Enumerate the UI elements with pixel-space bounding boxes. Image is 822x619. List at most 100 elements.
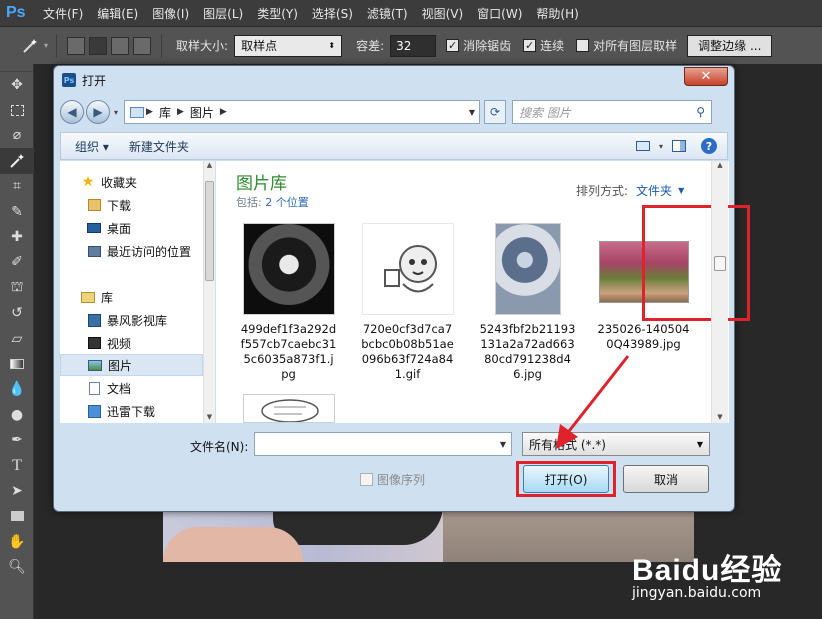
palette-grip[interactable] — [0, 64, 33, 72]
nav-documents-label: 文档 — [107, 381, 132, 396]
file-item[interactable]: 499def1f3a292df557cb7caebc315c6035a873f1… — [231, 223, 346, 382]
chevron-right-icon[interactable]: ▶ — [220, 107, 227, 117]
includes-locations-link[interactable]: 2 个位置 — [265, 196, 309, 209]
view-dropdown-icon[interactable]: ▾ — [659, 142, 663, 151]
pen-icon[interactable]: ✒ — [0, 427, 34, 452]
sample-all-layers-checkbox[interactable]: 对所有图层取样 — [576, 37, 677, 54]
menu-select[interactable]: 选择(S) — [305, 5, 360, 22]
open-button[interactable]: 打开(O) — [523, 465, 609, 493]
hand-icon[interactable]: ✋ — [0, 529, 34, 554]
refresh-button[interactable]: ⟳ — [484, 100, 507, 124]
pictures-icon — [87, 358, 103, 372]
file-list-scroll-thumb[interactable] — [714, 256, 726, 271]
nav-baofeng-library[interactable]: 暴风影视库 — [60, 309, 203, 331]
view-options-icon[interactable] — [633, 137, 653, 155]
subtract-from-selection-icon[interactable] — [111, 36, 130, 55]
address-dropdown-icon[interactable]: ▼ — [469, 108, 475, 117]
contiguous-checkbox[interactable]: ✓ 连续 — [523, 37, 564, 54]
highlight-box-selected-file — [642, 205, 750, 321]
file-item[interactable] — [231, 394, 346, 423]
shape-icon[interactable] — [0, 504, 34, 529]
arrange-by-dropdown[interactable]: 文件夹 — [636, 182, 672, 199]
file-item[interactable]: 5243fbf2b21193131a2a72ad66380cd791238d46… — [470, 223, 585, 382]
close-button[interactable]: ✕ — [684, 67, 728, 86]
nav-favorites[interactable]: ★ 收藏夹 — [60, 171, 203, 193]
gradient-icon[interactable] — [0, 351, 34, 376]
zoom-icon[interactable]: 🔍︎ — [0, 554, 34, 579]
recent-locations-icon[interactable]: ▾ — [114, 108, 118, 117]
preview-pane-icon[interactable] — [669, 137, 689, 155]
scroll-down-icon[interactable]: ▼ — [204, 413, 215, 421]
nav-recent-places[interactable]: 最近访问的位置 — [60, 240, 203, 262]
filename-input[interactable] — [254, 432, 512, 456]
nav-documents[interactable]: 文档 — [60, 377, 203, 399]
chevron-down-icon: ▼ — [696, 439, 703, 449]
back-button[interactable]: ◀ — [60, 100, 84, 124]
menu-layer[interactable]: 图层(L) — [196, 5, 250, 22]
chevron-down-icon[interactable]: ▼ — [678, 186, 684, 195]
magic-wand-icon[interactable] — [0, 148, 34, 174]
filename-dropdown-icon[interactable]: ▼ — [494, 432, 512, 456]
dialog-titlebar[interactable]: Ps 打开 ✕ — [54, 66, 734, 94]
menu-edit[interactable]: 编辑(E) — [90, 5, 145, 22]
file-list-scrollbar[interactable]: ▲ ▼ — [711, 161, 728, 423]
forward-button[interactable]: ▶ — [86, 100, 110, 124]
cancel-button[interactable]: 取消 — [623, 465, 709, 493]
contiguous-label: 连续 — [540, 39, 565, 53]
nav-xunlei-downloads[interactable]: 迅雷下载 — [60, 400, 203, 422]
move-icon[interactable]: ✥ — [0, 72, 34, 97]
dodge-icon[interactable]: ● — [0, 402, 34, 427]
help-icon[interactable]: ? — [701, 138, 717, 154]
tolerance-input[interactable]: 32 — [390, 34, 437, 57]
menu-image[interactable]: 图像(I) — [145, 5, 196, 22]
sample-size-select[interactable]: 取样点 ⬍ — [234, 34, 343, 57]
menu-filter[interactable]: 滤镜(T) — [360, 5, 415, 22]
menu-window[interactable]: 窗口(W) — [470, 5, 529, 22]
search-input[interactable]: 搜索 图片 ⚲ — [512, 100, 713, 124]
menu-help[interactable]: 帮助(H) — [529, 5, 585, 22]
crop-icon[interactable]: ⌗ — [0, 174, 34, 199]
organize-menu[interactable]: 组织 ▾ — [65, 138, 119, 155]
magic-wand-tool-preset-icon[interactable] — [18, 34, 42, 58]
history-brush-icon[interactable]: ↺ — [0, 301, 34, 326]
chevron-right-icon[interactable]: ▶ — [146, 107, 153, 117]
breadcrumb-libraries[interactable]: 库 — [159, 104, 171, 121]
lasso-icon[interactable]: ⌀ — [0, 123, 34, 148]
nav-pictures[interactable]: 图片 — [60, 354, 203, 376]
preset-dropdown-icon[interactable]: ▾ — [44, 41, 48, 50]
refine-edge-button[interactable]: 调整边缘 ... — [687, 34, 773, 57]
nav-libraries[interactable]: 库 — [60, 286, 203, 308]
document-canvas[interactable] — [163, 505, 694, 562]
clone-stamp-icon[interactable]: ⛫ — [0, 275, 34, 300]
new-selection-icon[interactable] — [67, 36, 86, 55]
marquee-icon[interactable] — [0, 97, 34, 122]
menu-type[interactable]: 类型(Y) — [250, 5, 305, 22]
eraser-icon[interactable]: ▱ — [0, 326, 34, 351]
antialias-checkbox[interactable]: ✓ 消除锯齿 — [446, 37, 511, 54]
address-bar[interactable]: ▶ 库 ▶ 图片 ▶ ▼ — [124, 100, 481, 124]
new-folder-button[interactable]: 新建文件夹 — [119, 138, 199, 155]
breadcrumb-pictures[interactable]: 图片 — [190, 104, 214, 121]
search-icon[interactable]: ⚲ — [696, 105, 705, 119]
blur-icon[interactable]: 💧 — [0, 377, 34, 402]
menu-file[interactable]: 文件(F) — [36, 5, 90, 22]
filetype-select[interactable]: 所有格式 (*.*) ▼ — [522, 432, 710, 456]
scroll-down-icon[interactable]: ▼ — [712, 413, 728, 421]
nav-videos[interactable]: 视频 — [60, 332, 203, 354]
menu-view[interactable]: 视图(V) — [415, 5, 471, 22]
nav-downloads[interactable]: 下载 — [60, 194, 203, 216]
chevron-right-icon[interactable]: ▶ — [177, 107, 184, 117]
brush-icon[interactable]: ✐ — [0, 250, 34, 275]
nav-scroll-thumb[interactable] — [205, 181, 214, 281]
intersect-selection-icon[interactable] — [133, 36, 152, 55]
type-icon[interactable]: T — [0, 453, 34, 478]
eyedropper-icon[interactable]: ✎ — [0, 199, 34, 224]
path-selection-icon[interactable]: ➤ — [0, 478, 34, 503]
nav-scrollbar[interactable]: ▲ ▼ — [203, 161, 215, 423]
scroll-up-icon[interactable]: ▲ — [712, 161, 728, 169]
file-item[interactable]: 720e0cf3d7ca7bcbc0b08b51ae096b63f724a841… — [350, 223, 465, 382]
add-to-selection-icon[interactable] — [89, 36, 108, 55]
healing-brush-icon[interactable]: ✚ — [0, 224, 34, 249]
scroll-up-icon[interactable]: ▲ — [204, 161, 215, 169]
nav-desktop[interactable]: 桌面 — [60, 217, 203, 239]
